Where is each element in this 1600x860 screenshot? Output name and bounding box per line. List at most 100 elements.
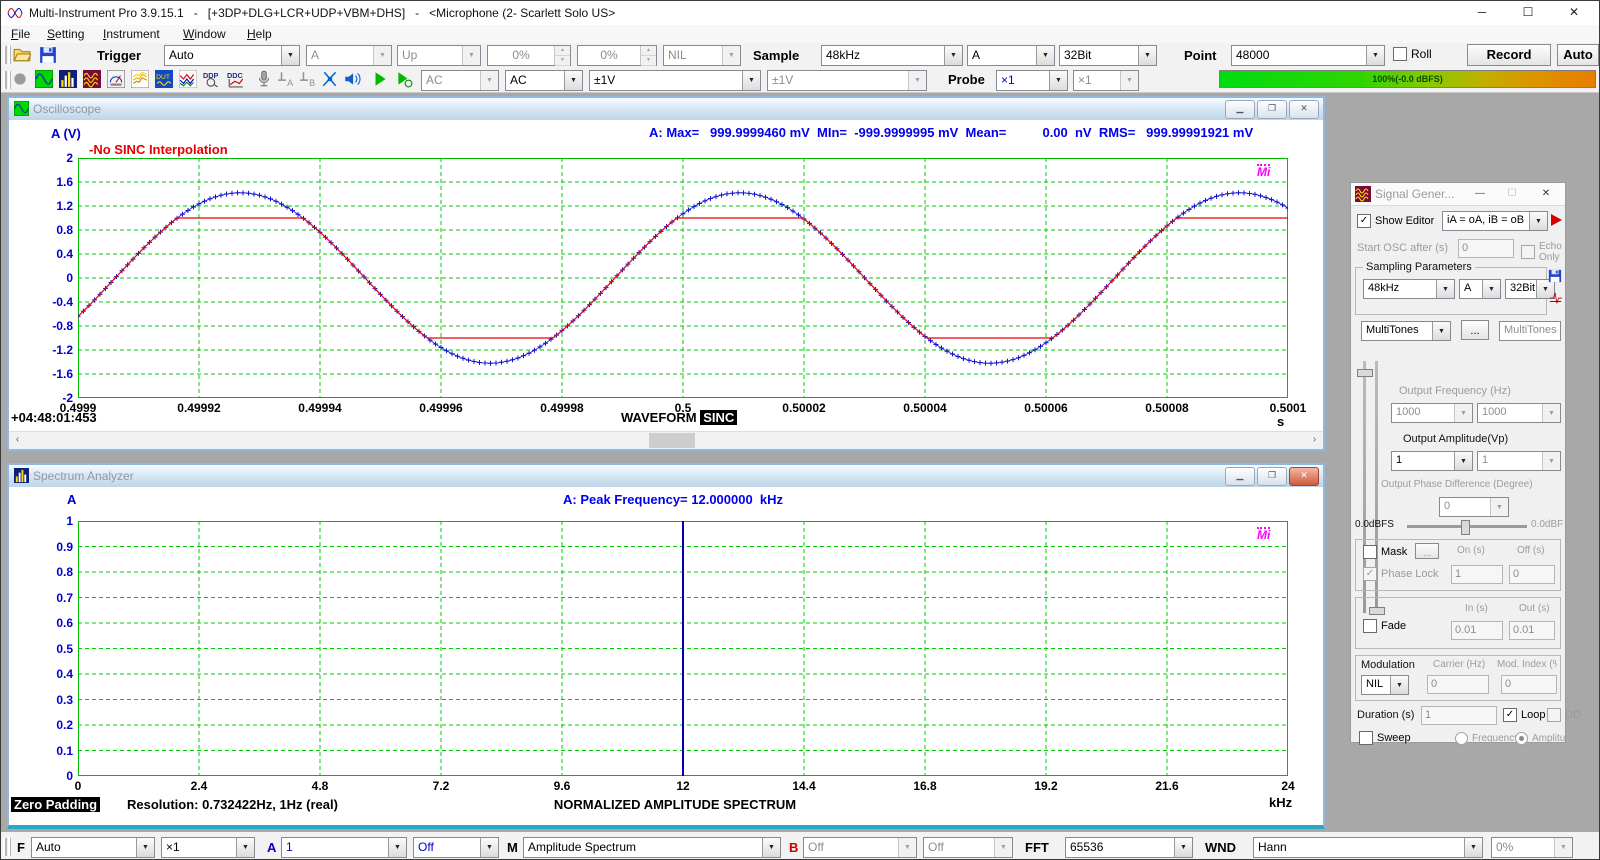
ddc-meter-icon[interactable]: DDC bbox=[227, 70, 247, 90]
points-select[interactable]: 48000▼ bbox=[1231, 45, 1385, 66]
sample-bits-select[interactable]: 32Bit▼ bbox=[1059, 45, 1157, 66]
fade-in-input[interactable]: 0.01 bbox=[1451, 621, 1503, 640]
mode-select[interactable]: Amplitude Spectrum▼ bbox=[523, 837, 781, 858]
maximize-icon[interactable]: ☐ bbox=[1505, 1, 1551, 24]
spinner-arrows-icon[interactable]: ▲▼ bbox=[640, 46, 656, 65]
ddp-viewer-icon[interactable]: DDP bbox=[203, 70, 223, 90]
spectrum-analyzer-icon[interactable] bbox=[59, 70, 79, 90]
probe-b-select[interactable]: ×1▼ bbox=[1073, 70, 1139, 91]
carrier-input[interactable]: 0 bbox=[1427, 675, 1489, 694]
duration-input[interactable]: 1 bbox=[1421, 706, 1497, 725]
save-file-icon[interactable] bbox=[39, 46, 57, 64]
minimize-icon[interactable]: — bbox=[1467, 186, 1493, 202]
oscilloscope-titlebar[interactable]: Oscilloscope ▁ ❐ ✕ bbox=[9, 98, 1323, 121]
oscilloscope-icon[interactable] bbox=[35, 70, 55, 90]
trigger-mode-select[interactable]: Auto▼ bbox=[164, 45, 300, 66]
mod-index-input[interactable]: 0 bbox=[1501, 675, 1557, 694]
maximize-icon[interactable]: ☐ bbox=[1499, 186, 1525, 202]
menu-window[interactable]: Window bbox=[177, 26, 232, 42]
menu-setting[interactable]: Setting bbox=[41, 26, 90, 42]
modulation-select[interactable]: NIL▼ bbox=[1361, 675, 1409, 695]
range-a-select[interactable]: ±1V▼ bbox=[589, 70, 761, 91]
overlap-select[interactable]: 0%▼ bbox=[1491, 837, 1573, 858]
toolbar-grip[interactable] bbox=[3, 46, 11, 64]
menu-file[interactable]: File bbox=[5, 26, 36, 42]
show-editor-checkbox[interactable]: Show Editor bbox=[1357, 214, 1434, 228]
input-device-icon[interactable] bbox=[255, 70, 275, 90]
frequency-b-select[interactable]: 1000▼ bbox=[1477, 403, 1561, 423]
signal-generator-icon[interactable] bbox=[83, 70, 103, 90]
zoom-select[interactable]: ×1▼ bbox=[161, 837, 255, 858]
sweep-checkbox[interactable]: Sweep bbox=[1359, 731, 1411, 745]
run-icon[interactable] bbox=[371, 70, 391, 90]
phase-difference-select[interactable]: 0▼ bbox=[1439, 497, 1509, 517]
sweep-amplitude-radio[interactable]: Amplitude bbox=[1515, 732, 1565, 745]
sweep-frequency-radio[interactable]: Frequency bbox=[1455, 732, 1519, 745]
sound-device-icon[interactable] bbox=[343, 70, 363, 90]
trigger-delay-spinner[interactable]: 0%▲▼ bbox=[577, 45, 657, 66]
waveform-b-select[interactable]: MultiTones bbox=[1499, 321, 1561, 341]
window-fn-select[interactable]: Hann▼ bbox=[1253, 837, 1483, 858]
scroll-left-icon[interactable]: ‹ bbox=[9, 432, 26, 449]
a-ref-select[interactable]: Off▼ bbox=[413, 837, 499, 858]
fft-size-select[interactable]: 65536▼ bbox=[1065, 837, 1193, 858]
probe-a-select[interactable]: ×1▼ bbox=[996, 70, 1068, 91]
calibration-icon[interactable] bbox=[321, 70, 341, 90]
fader-a-handle[interactable] bbox=[1357, 369, 1373, 377]
signal-generator-titlebar[interactable]: Signal Gener... — ☐ ✕ bbox=[1351, 183, 1565, 206]
dds-checkbox[interactable]: DDS bbox=[1547, 708, 1581, 722]
scroll-right-icon[interactable]: › bbox=[1306, 432, 1323, 449]
a-gain-select[interactable]: 1▼ bbox=[281, 837, 407, 858]
start-osc-input[interactable]: 0 bbox=[1458, 239, 1514, 258]
scope-h-scrollbar[interactable]: ‹ › bbox=[9, 431, 1323, 449]
open-file-icon[interactable] bbox=[13, 46, 31, 64]
sample-rate-select[interactable]: 48kHz▼ bbox=[821, 45, 963, 66]
minimize-icon[interactable]: ▁ bbox=[1225, 467, 1255, 486]
restore-icon[interactable]: ❐ bbox=[1257, 467, 1287, 486]
sample-channel-select[interactable]: A▼ bbox=[967, 45, 1055, 66]
loop-checkbox[interactable]: Loop bbox=[1503, 708, 1545, 722]
mask-on-input[interactable]: 1 bbox=[1451, 565, 1503, 584]
minimize-icon[interactable]: ▁ bbox=[1225, 100, 1255, 119]
derived-data-curve-icon[interactable] bbox=[179, 70, 199, 90]
record-indicator-icon[interactable] bbox=[11, 70, 31, 90]
record-button[interactable]: Record bbox=[1467, 44, 1551, 66]
ground-b-icon[interactable]: B bbox=[299, 70, 319, 90]
range-b-select[interactable]: ±1V▼ bbox=[767, 70, 927, 91]
multimeter-icon[interactable] bbox=[107, 70, 127, 90]
trigger-coupling-select[interactable]: NIL▼ bbox=[663, 45, 741, 66]
spectrum-titlebar[interactable]: Spectrum Analyzer ▁ ❐ ✕ bbox=[9, 465, 1323, 488]
close-icon[interactable]: ✕ bbox=[1551, 1, 1597, 24]
coupling-b-select[interactable]: AC▼ bbox=[505, 70, 583, 91]
minimize-icon[interactable]: ─ bbox=[1459, 1, 1505, 24]
menu-help[interactable]: Help bbox=[241, 26, 278, 42]
fade-checkbox[interactable]: Fade bbox=[1363, 619, 1406, 633]
frequency-a-select[interactable]: 1000▼ bbox=[1391, 403, 1473, 423]
toolbar-grip[interactable] bbox=[3, 838, 11, 856]
b-ref-select[interactable]: Off▼ bbox=[923, 837, 1013, 858]
ground-a-icon[interactable]: A bbox=[277, 70, 297, 90]
fade-out-input[interactable]: 0.01 bbox=[1509, 621, 1555, 640]
phase-lock-checkbox[interactable]: Phase Lock bbox=[1363, 567, 1438, 581]
mask-off-input[interactable]: 0 bbox=[1509, 565, 1555, 584]
gen-channel-select[interactable]: A▼ bbox=[1459, 279, 1501, 299]
balance-slider-handle[interactable] bbox=[1461, 520, 1470, 535]
close-icon[interactable]: ✕ bbox=[1533, 186, 1559, 202]
auto-button[interactable]: Auto bbox=[1557, 44, 1599, 66]
more-tones-button[interactable]: ... bbox=[1461, 320, 1489, 340]
sinc-badge[interactable]: SINC bbox=[700, 410, 737, 425]
restore-icon[interactable]: ❐ bbox=[1257, 100, 1287, 119]
spinner-arrows-icon[interactable]: ▲▼ bbox=[554, 46, 570, 65]
echo-only-checkbox[interactable]: Echo Only bbox=[1521, 241, 1563, 263]
wave-settings-icon[interactable] bbox=[1549, 291, 1563, 305]
roll-checkbox[interactable]: Roll bbox=[1393, 47, 1432, 61]
toolbar-grip[interactable] bbox=[3, 71, 11, 89]
close-icon[interactable]: ✕ bbox=[1289, 100, 1319, 119]
mask-checkbox[interactable]: Mask bbox=[1363, 545, 1407, 559]
gen-sample-rate-select[interactable]: 48kHz▼ bbox=[1363, 279, 1455, 299]
b-gain-select[interactable]: Off▼ bbox=[803, 837, 917, 858]
coupling-a-select[interactable]: AC▼ bbox=[421, 70, 499, 91]
amplitude-a-select[interactable]: 1▼ bbox=[1391, 451, 1473, 471]
trigger-level-spinner[interactable]: 0%▲▼ bbox=[487, 45, 571, 66]
run-regenerate-icon[interactable] bbox=[395, 70, 415, 90]
